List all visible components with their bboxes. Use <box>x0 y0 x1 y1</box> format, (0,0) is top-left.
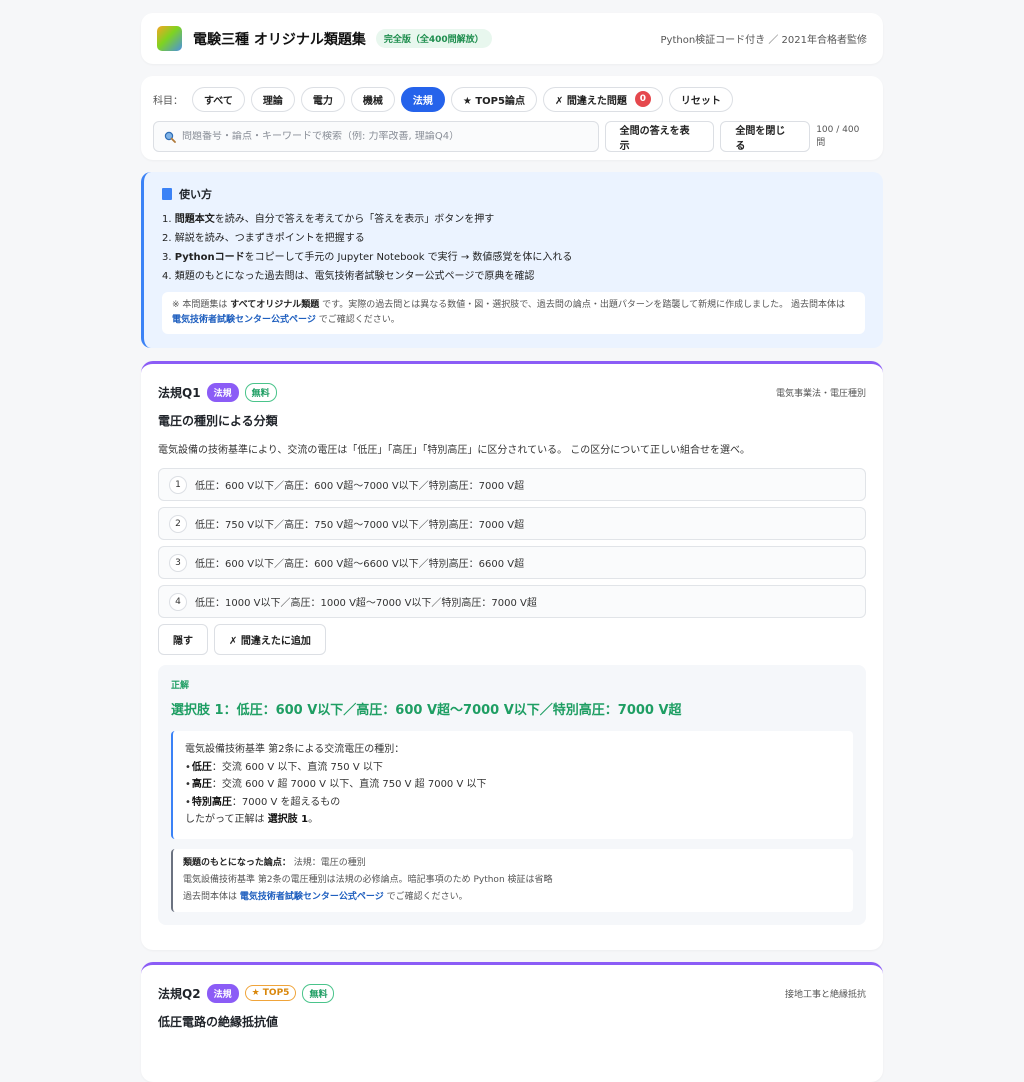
header-subtitle: Python検証コード付き ／ 2021年合格者監修 <box>660 35 867 46</box>
answer-label: 正解 <box>171 681 190 691</box>
chip-top5[interactable]: ★ TOP5論点 <box>450 86 537 112</box>
question-number: 法規Q1 <box>158 385 201 400</box>
answer-panel: 正解 選択肢 1：低圧：600 V以下／高圧：600 V超〜7000 V以下／特… <box>158 665 866 925</box>
answer-text: 選択肢 1：低圧：600 V以下／高圧：600 V超〜7000 V以下／特別高圧… <box>171 703 682 718</box>
explanation-item: 低圧：交流 600 V 以下、直流 750 V 以下 <box>185 759 841 777</box>
explanation-conclusion: したがって正解は 選択肢 1。 <box>185 814 319 825</box>
wrong-count-badge: 0 <box>634 91 651 107</box>
basis-line-2: 電気設備技術基準 第2条の電圧種別は法規の必修論点。暗記事項のため Python… <box>183 874 553 885</box>
question-number: 法規Q2 <box>158 986 201 1001</box>
choice-text: 低圧：600 V以下／高圧：600 V超〜7000 V以下／特別高圧：7000 … <box>195 481 525 492</box>
topic-tag: 接地工事と絶縁抵抗 <box>784 989 866 1000</box>
choice-1[interactable]: 1 低圧：600 V以下／高圧：600 V超〜7000 V以下／特別高圧：700… <box>158 468 866 501</box>
topic-tag: 電気事業法・電圧種別 <box>775 388 866 399</box>
subject-label: 科目： <box>153 95 183 107</box>
free-badge: 無料 <box>302 983 335 1003</box>
chip-power[interactable]: 電力 <box>300 86 345 112</box>
choice-list: 1 低圧：600 V以下／高圧：600 V超〜7000 V以下／特別高圧：700… <box>158 468 866 618</box>
search-input[interactable] <box>182 131 582 142</box>
question-header: 法規Q1 法規 無料 電気事業法・電圧種別 <box>158 382 866 402</box>
usage-title: 使い方 <box>179 188 212 201</box>
filter-panel: 科目： すべて 理論 電力 機械 法規 ★ TOP5論点 ✗ 間違えた問題 0 … <box>141 76 883 160</box>
question-card-q2: 法規Q2 法規 ★ TOP5 無料 接地工事と絶縁抵抗 低圧電路の絶縁抵抗値 <box>141 962 883 1082</box>
usage-note: ※ 本問題集は すべてオリジナル類題 です。実際の過去問とは異なる数値・図・選択… <box>162 292 865 334</box>
choice-text: 低圧：600 V以下／高圧：600 V超〜6600 V以下／特別高圧：6600 … <box>195 559 525 570</box>
choice-number: 3 <box>169 553 187 572</box>
search-row: 全問の答えを表示 全問を閉じる 100 / 400 問 <box>153 121 871 152</box>
choice-number: 1 <box>169 475 187 494</box>
question-title: 電圧の種別による分類 <box>158 414 278 428</box>
explanation-intro: 電気設備技術基準 第2条による交流電圧の種別： <box>185 744 405 755</box>
explanation-item: 特別高圧：7000 V を超えるもの <box>185 794 841 812</box>
choice-number: 4 <box>169 592 187 611</box>
chip-machine[interactable]: 機械 <box>350 86 395 112</box>
choice-3[interactable]: 3 低圧：600 V以下／高圧：600 V超〜6600 V以下／特別高圧：660… <box>158 546 866 579</box>
app-header: 電験三種 オリジナル類題集 完全版（全400問解放） Python検証コード付き… <box>141 13 883 64</box>
basis-line-1: 類題のもとになった論点： 法規：電圧の種別 <box>183 857 366 868</box>
source-basis-box: 類題のもとになった論点： 法規：電圧の種別 電気設備技術基準 第2条の電圧種別は… <box>171 848 853 912</box>
usage-steps: 1. 問題本文を読み、自分で答えを考えてから「答えを表示」ボタンを押す 2. 解… <box>162 210 865 286</box>
choice-2[interactable]: 2 低圧：750 V以下／高圧：750 V超〜7000 V以下／特別高圧：700… <box>158 507 866 540</box>
exam-center-link[interactable]: 電気技術者試験センター公式ページ <box>172 315 316 325</box>
subject-badge: 法規 <box>206 983 239 1003</box>
chip-law[interactable]: 法規 <box>400 86 445 112</box>
explanation-box: 電気設備技術基準 第2条による交流電圧の種別： 低圧：交流 600 V 以下、直… <box>171 731 853 839</box>
choice-text: 低圧：750 V以下／高圧：750 V超〜7000 V以下／特別高圧：7000 … <box>195 520 525 531</box>
edition-badge: 完全版（全400問解放） <box>375 29 492 48</box>
usage-step-3: 3. Pythonコードをコピーして手元の Jupyter Notebook で… <box>162 252 573 263</box>
usage-step-2: 2. 解説を読み、つまずきポイントを把握する <box>162 233 365 244</box>
chip-all[interactable]: すべて <box>192 86 245 112</box>
choice-4[interactable]: 4 低圧：1000 V以下／高圧：1000 V超〜7000 V以下／特別高圧：7… <box>158 585 866 618</box>
show-all-answers-button[interactable]: 全問の答えを表示 <box>604 121 715 152</box>
book-icon <box>162 188 172 200</box>
usage-step-4: 4. 類題のもとになった過去問は、電気技術者試験センター公式ページで原典を確認 <box>162 271 535 282</box>
close-all-button[interactable]: 全問を閉じる <box>720 121 811 152</box>
explanation-item: 高圧：交流 600 V 超 7000 V 以下、直流 750 V 超 7000 … <box>185 776 841 794</box>
top5-badge: ★ TOP5 <box>244 985 297 1001</box>
question-actions: 隠す ✗ 間違えたに追加 <box>158 624 866 655</box>
question-header: 法規Q2 法規 ★ TOP5 無料 接地工事と絶縁抵抗 <box>158 983 866 1003</box>
question-card-q1: 法規Q1 法規 無料 電気事業法・電圧種別 電圧の種別による分類 電気設備の技術… <box>141 361 883 950</box>
subject-badge: 法規 <box>206 382 239 402</box>
chip-wrong-label: ✗ 間違えた問題 <box>554 95 627 107</box>
choice-number: 2 <box>169 514 187 533</box>
search-box[interactable] <box>153 121 599 152</box>
app-title: 電験三種 オリジナル類題集 <box>193 31 366 48</box>
exam-center-link[interactable]: 電気技術者試験センター公式ページ <box>240 892 384 902</box>
free-badge: 無料 <box>244 382 277 402</box>
chip-wrong[interactable]: ✗ 間違えた問題 0 <box>542 86 663 112</box>
basis-line-3: 過去問本体は 電気技術者試験センター公式ページ でご確認ください。 <box>183 891 468 902</box>
search-icon <box>164 131 176 143</box>
usage-panel: 使い方 1. 問題本文を読み、自分で答えを考えてから「答えを表示」ボタンを押す … <box>141 172 883 348</box>
hide-answer-button[interactable]: 隠す <box>158 624 208 655</box>
explanation-list: 低圧：交流 600 V 以下、直流 750 V 以下 高圧：交流 600 V 超… <box>185 759 841 812</box>
usage-header: 使い方 <box>162 186 865 202</box>
usage-step-1: 1. 問題本文を読み、自分で答えを考えてから「答えを表示」ボタンを押す <box>162 214 495 225</box>
chip-theory[interactable]: 理論 <box>250 86 295 112</box>
choice-text: 低圧：1000 V以下／高圧：1000 V超〜7000 V以下／特別高圧：700… <box>195 598 537 609</box>
subject-filter-row: 科目： すべて 理論 電力 機械 法規 ★ TOP5論点 ✗ 間違えた問題 0 … <box>153 86 871 112</box>
add-to-wrong-button[interactable]: ✗ 間違えたに追加 <box>214 624 326 655</box>
reset-button[interactable]: リセット <box>668 86 733 112</box>
app-logo-icon <box>157 26 182 51</box>
question-body: 電気設備の技術基準により、交流の電圧は「低圧」「高圧」「特別高圧」に区分されてい… <box>158 445 750 456</box>
question-title: 低圧電路の絶縁抵抗値 <box>158 1015 279 1029</box>
question-counter: 100 / 400 問 <box>816 125 860 148</box>
